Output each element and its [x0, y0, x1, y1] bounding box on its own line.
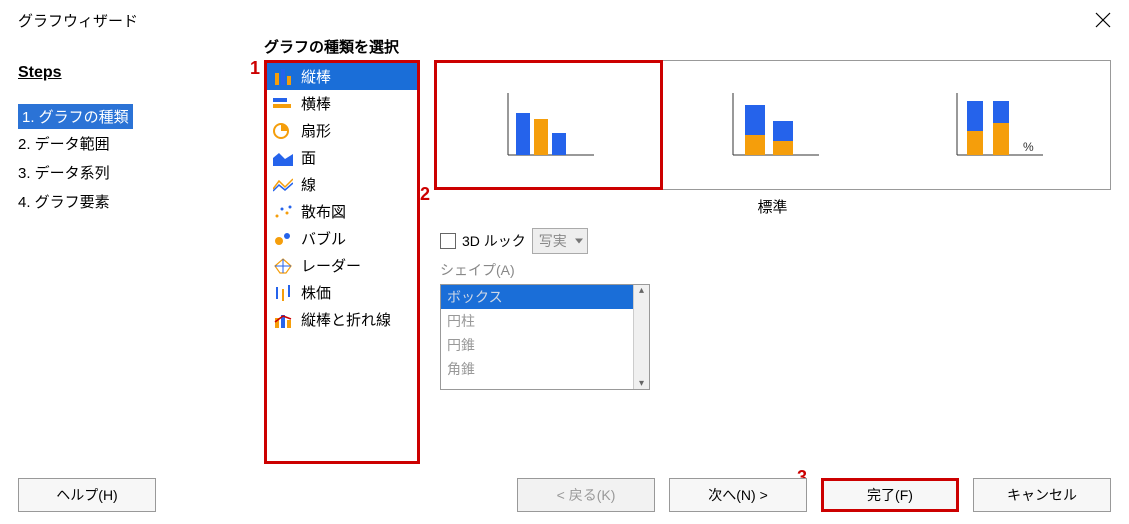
chart-type-label: レーダー [301, 255, 361, 276]
subtype-name: 標準 [434, 196, 1111, 217]
shape-cylinder: 円柱 [441, 309, 649, 333]
chart-type-label: バブル [301, 228, 346, 249]
section-header: グラフの種類を選択 [264, 36, 1111, 57]
stock-icon [273, 285, 293, 301]
bubble-icon [273, 231, 293, 247]
chart-type-label: 縦棒 [301, 66, 331, 87]
radar-icon [273, 258, 293, 274]
subtype-2[interactable] [662, 61, 886, 189]
shape-cone: 円錐 [441, 333, 649, 357]
bar-horz-icon [273, 96, 293, 112]
steps-panel: Steps 1. グラフの種類 2. データ範囲 3. データ系列 4. グラフ… [18, 36, 264, 216]
step-3[interactable]: 3. データ系列 [18, 158, 264, 187]
step-2[interactable]: 2. データ範囲 [18, 129, 264, 158]
annotation-2: 2 [420, 184, 430, 205]
scatter-icon [273, 204, 293, 220]
next-button[interactable]: 次へ(N) > [669, 478, 807, 512]
chart-type-bubble[interactable]: バブル [267, 225, 417, 252]
chart-type-label: 面 [301, 147, 316, 168]
3d-look-select: 写実 [532, 228, 588, 254]
chart-type-label: 横棒 [301, 93, 331, 114]
chart-type-radar[interactable]: レーダー [267, 252, 417, 279]
back-button: < 戻る(K) [517, 478, 655, 512]
step-4[interactable]: 4. グラフ要素 [18, 187, 264, 216]
shape-pyramid: 角錐 [441, 357, 649, 381]
3d-look-label: 3D ルック [462, 231, 526, 251]
window-title: グラフウィザード [18, 10, 138, 31]
chart-type-pie[interactable]: 扇形 [267, 117, 417, 144]
shape-box: ボックス [441, 285, 649, 309]
help-button[interactable]: ヘルプ(H) [18, 478, 156, 512]
chart-type-bar-vert[interactable]: 縦棒 [267, 63, 417, 90]
3d-look-checkbox[interactable] [440, 233, 456, 249]
steps-header: Steps [18, 64, 264, 82]
shape-scrollbar [633, 285, 649, 389]
chart-type-label: 線 [301, 174, 316, 195]
annotation-1: 1 [250, 58, 260, 79]
line-icon [273, 177, 293, 193]
subtype-3[interactable]: % [886, 61, 1110, 189]
shape-list: ボックス 円柱 円錐 角錐 [440, 284, 650, 390]
step-1[interactable]: 1. グラフの種類 [18, 104, 133, 129]
close-icon[interactable] [1091, 8, 1115, 32]
chart-type-label: 扇形 [301, 120, 331, 141]
subtype-preview-row: % [434, 60, 1111, 190]
bar-vert-icon [273, 69, 293, 85]
bar-line-icon [273, 312, 293, 328]
chart-type-label: 縦棒と折れ線 [301, 309, 391, 330]
chart-type-label: 散布図 [301, 201, 346, 222]
cancel-button[interactable]: キャンセル [973, 478, 1111, 512]
area-icon [273, 150, 293, 166]
chart-type-bar-line[interactable]: 縦棒と折れ線 [267, 306, 417, 333]
chart-type-bar-horz[interactable]: 横棒 [267, 90, 417, 117]
subtype-1[interactable] [434, 60, 663, 190]
chart-type-area[interactable]: 面 [267, 144, 417, 171]
finish-button[interactable]: 完了(F) [821, 478, 959, 512]
chart-type-stock[interactable]: 株価 [267, 279, 417, 306]
chart-type-label: 株価 [301, 282, 331, 303]
svg-text:%: % [1023, 140, 1034, 154]
chart-type-line[interactable]: 線 [267, 171, 417, 198]
pie-icon [273, 123, 293, 139]
shape-label: シェイプ(A) [440, 260, 515, 280]
chart-type-list[interactable]: 縦棒 横棒 扇形 面 線 散布図 [264, 60, 420, 464]
chart-type-scatter[interactable]: 散布図 [267, 198, 417, 225]
